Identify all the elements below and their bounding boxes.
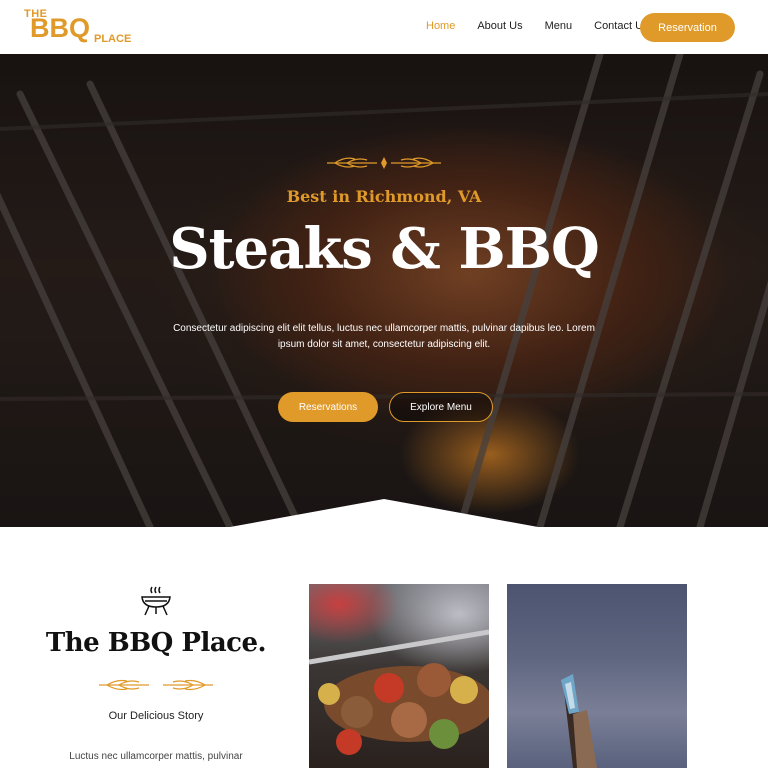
site-header: THE BBQ PLACE Home About Us Menu Contact…	[0, 0, 768, 54]
kebab-photo	[309, 584, 489, 768]
hero-divider	[0, 499, 768, 527]
brand-logo[interactable]: THE BBQ PLACE	[24, 8, 136, 48]
logo-place: PLACE	[94, 33, 132, 45]
nav-item-home[interactable]: Home	[426, 20, 455, 32]
story-title: The BBQ Place.	[45, 628, 267, 658]
wheat-ornament-icon	[99, 679, 213, 691]
skewer-photo	[507, 584, 687, 768]
hero-section: Best in Richmond, VA Steaks & BBQ Consec…	[0, 54, 768, 527]
grill-icon	[141, 586, 171, 616]
story-subtitle: Our Delicious Story	[108, 710, 204, 722]
nav-item-about-us[interactable]: About Us	[477, 20, 522, 32]
main-nav: Home About Us Menu Contact Us	[426, 20, 671, 32]
nav-item-menu[interactable]: Menu	[545, 20, 573, 32]
story-text: Luctus nec ullamcorper mattis, pulvinar	[69, 751, 243, 762]
reservation-button[interactable]: Reservation	[640, 13, 735, 42]
logo-bbq: BBQ	[30, 13, 90, 43]
